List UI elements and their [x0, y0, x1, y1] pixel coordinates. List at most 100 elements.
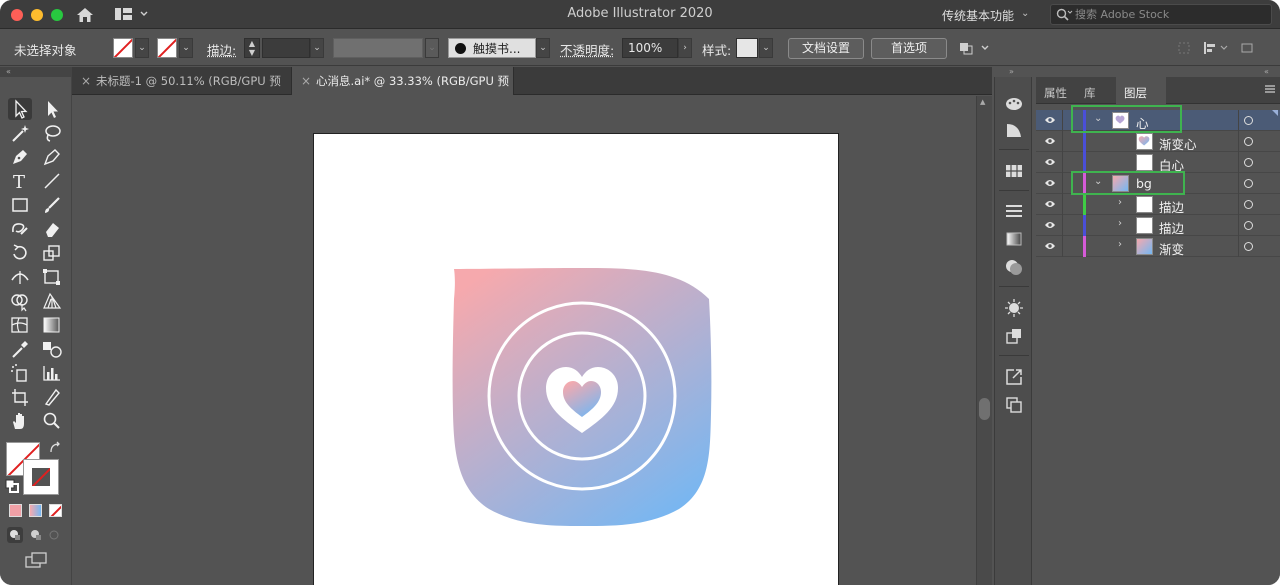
artboards-panel-button[interactable] — [1004, 395, 1024, 415]
workspace-switcher[interactable]: 传统基本功能 — [942, 7, 1014, 24]
blend-tool[interactable] — [40, 338, 64, 360]
eye-icon[interactable] — [1044, 136, 1056, 146]
none-mode-button[interactable] — [49, 504, 62, 517]
layer-row-stroke-1[interactable]: › 描边 — [1036, 194, 1280, 215]
eye-icon[interactable] — [1044, 220, 1056, 230]
stroke-weight-stepper[interactable]: ▲ ▼ — [244, 38, 260, 58]
eyedropper-tool[interactable] — [8, 338, 32, 360]
chevron-right-icon[interactable]: › — [1118, 197, 1122, 208]
stroke-swatch[interactable] — [157, 38, 177, 58]
target-icon[interactable] — [1244, 137, 1253, 146]
draw-mode-icons[interactable] — [7, 527, 65, 543]
close-icon[interactable]: × — [301, 67, 311, 95]
stroke-panel-button[interactable] — [1004, 201, 1024, 221]
layer-name[interactable]: 描边 — [1159, 218, 1184, 237]
graphic-style-swatch[interactable] — [736, 38, 758, 58]
width-tool[interactable] — [8, 266, 32, 288]
eye-icon[interactable] — [1044, 241, 1056, 251]
fill-swatch[interactable] — [113, 38, 133, 58]
screen-mode-icon[interactable] — [25, 551, 49, 569]
panel-menu-icon[interactable] — [1264, 83, 1276, 95]
scroll-thumb[interactable] — [979, 398, 990, 420]
slice-tool[interactable] — [40, 386, 64, 408]
rotate-tool[interactable] — [8, 242, 32, 264]
color-panel-button[interactable] — [1004, 94, 1024, 114]
tab-layers[interactable]: 图层 — [1124, 85, 1147, 101]
target-icon[interactable] — [1244, 179, 1253, 188]
color-mode-button[interactable] — [9, 504, 22, 517]
export-panel-button[interactable] — [1004, 367, 1024, 387]
target-icon[interactable] — [1244, 221, 1253, 230]
tab-untitled-1[interactable]: × 未标题-1 @ 50.11% (RGB/GPU 预览) — [72, 67, 292, 116]
layer-name[interactable]: 渐变 — [1159, 239, 1184, 258]
appearance-panel-button[interactable] — [1004, 298, 1024, 318]
gradient-mode-button[interactable] — [29, 504, 42, 517]
swap-fill-stroke-icon[interactable] — [48, 441, 62, 455]
direct-selection-tool[interactable] — [40, 98, 64, 120]
lasso-tool[interactable] — [40, 122, 64, 144]
magic-wand-tool[interactable] — [8, 122, 32, 144]
selection-tool[interactable] — [8, 98, 32, 120]
close-icon[interactable]: × — [81, 67, 91, 95]
layer-row-stroke-2[interactable]: › 描边 — [1036, 215, 1280, 236]
artboard-tool[interactable] — [8, 386, 32, 408]
eye-icon[interactable] — [1044, 199, 1056, 209]
stroke-dropdown[interactable]: ⌄ — [179, 38, 193, 58]
layer-row-gradient[interactable]: › 渐变 — [1036, 236, 1280, 257]
tab-libraries[interactable]: 库 — [1084, 85, 1096, 101]
column-graph-tool[interactable] — [40, 362, 64, 384]
stock-search[interactable] — [1050, 4, 1272, 25]
eye-icon[interactable] — [1044, 157, 1056, 167]
eye-icon[interactable] — [1044, 178, 1056, 188]
expand-dock-icon[interactable]: » — [1009, 67, 1014, 76]
align-icon[interactable] — [1176, 40, 1256, 56]
hand-tool[interactable] — [8, 410, 32, 432]
chevron-right-icon[interactable]: › — [1118, 239, 1122, 250]
symbol-sprayer-tool[interactable] — [8, 362, 32, 384]
preferences-button[interactable]: 首选项 — [871, 38, 947, 59]
shaper-tool[interactable] — [8, 218, 32, 240]
target-icon[interactable] — [1244, 158, 1253, 167]
mesh-tool[interactable] — [8, 314, 32, 336]
eraser-tool[interactable] — [40, 218, 64, 240]
gradient-panel-button[interactable] — [1004, 229, 1024, 249]
swatches-button[interactable] — [1004, 161, 1024, 181]
style-dropdown[interactable]: ⌄ — [759, 38, 773, 58]
chevron-down-icon[interactable]: ⌄ — [1021, 8, 1029, 19]
opacity-field[interactable]: 100% — [622, 38, 678, 58]
search-input[interactable] — [1075, 7, 1265, 22]
chevron-right-icon[interactable]: › — [1118, 218, 1122, 229]
color-guide-button[interactable] — [1004, 120, 1024, 140]
layer-row-white-heart[interactable]: 白心 — [1036, 152, 1280, 173]
layer-name[interactable]: 渐变心 — [1159, 134, 1197, 153]
layer-row-gradient-heart[interactable]: 渐变心 — [1036, 131, 1280, 152]
type-tool[interactable]: T — [8, 170, 32, 193]
app-icon-artwork[interactable] — [314, 134, 840, 585]
target-icon[interactable] — [1244, 116, 1253, 125]
brush-dropdown[interactable]: ⌄ — [536, 38, 550, 58]
rectangle-tool[interactable] — [8, 194, 32, 216]
graphic-styles-button[interactable] — [1004, 326, 1024, 346]
paintbrush-tool[interactable] — [40, 194, 64, 216]
layer-name[interactable]: 描边 — [1159, 197, 1184, 216]
fill-dropdown[interactable]: ⌄ — [135, 38, 149, 58]
eye-icon[interactable] — [1044, 115, 1056, 125]
gradient-tool[interactable] — [40, 314, 64, 336]
tab-heart-message[interactable]: × 心消息.ai* @ 33.33% (RGB/GPU 预览) — [292, 67, 514, 116]
scale-tool[interactable] — [40, 242, 64, 264]
arrange-icon[interactable] — [958, 40, 992, 56]
free-transform-tool[interactable] — [40, 266, 64, 288]
transparency-panel-button[interactable] — [1004, 257, 1024, 277]
stroke-weight-field[interactable] — [262, 38, 310, 58]
line-segment-tool[interactable] — [40, 170, 64, 192]
zoom-tool[interactable] — [40, 410, 64, 432]
stroke-weight-dropdown[interactable]: ⌄ — [310, 38, 324, 58]
artboard[interactable] — [313, 133, 839, 585]
tab-properties[interactable]: 属性 — [1044, 85, 1067, 101]
target-icon[interactable] — [1244, 200, 1253, 209]
opacity-label[interactable]: 不透明度: — [560, 40, 614, 59]
opacity-arrow[interactable]: › — [678, 38, 692, 58]
curvature-tool[interactable] — [40, 146, 64, 168]
pen-tool[interactable] — [8, 146, 32, 168]
canvas-area[interactable] — [72, 96, 976, 585]
